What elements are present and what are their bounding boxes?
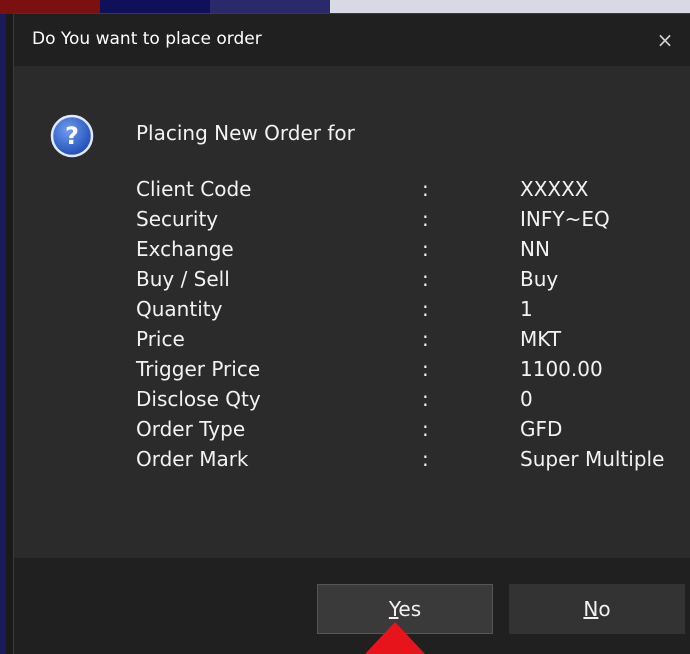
order-row-label: Exchange bbox=[136, 237, 234, 261]
order-row-separator: : bbox=[422, 387, 429, 411]
yes-label-rest: es bbox=[398, 597, 422, 621]
order-row-value: 0 bbox=[520, 387, 533, 411]
order-row-separator: : bbox=[422, 267, 429, 291]
order-row-value: 1 bbox=[520, 297, 533, 321]
order-row-value: NN bbox=[520, 237, 550, 261]
order-row-separator: : bbox=[422, 207, 429, 231]
order-row-label: Security bbox=[136, 207, 219, 231]
order-row-value: GFD bbox=[520, 417, 563, 441]
order-row-label: Quantity bbox=[136, 297, 223, 321]
order-row-label: Client Code bbox=[136, 177, 252, 201]
order-row-separator: : bbox=[422, 417, 429, 441]
background-app-strip bbox=[0, 0, 690, 14]
order-row-value: MKT bbox=[520, 327, 562, 351]
yes-mnemonic: Y bbox=[388, 597, 399, 621]
svg-text:?: ? bbox=[65, 122, 79, 150]
question-icon: ? bbox=[50, 114, 94, 158]
order-row-label: Disclose Qty bbox=[136, 387, 261, 411]
order-row-label: Order Type bbox=[136, 417, 246, 441]
order-row-separator: : bbox=[422, 327, 429, 351]
background-app-edge bbox=[0, 14, 6, 654]
order-row-value: INFY~EQ bbox=[520, 207, 610, 231]
order-row-value: 1100.00 bbox=[520, 357, 603, 381]
order-row-label: Order Mark bbox=[136, 447, 249, 471]
order-row-label: Price bbox=[136, 327, 185, 351]
no-mnemonic: N bbox=[583, 597, 599, 621]
order-row-separator: : bbox=[422, 357, 429, 381]
order-row-label: Buy / Sell bbox=[136, 267, 230, 291]
close-button[interactable]: × bbox=[640, 14, 690, 66]
order-heading: Placing New Order for bbox=[136, 121, 355, 145]
dialog-titlebar: Do You want to place order × bbox=[14, 14, 690, 66]
no-label-rest: o bbox=[598, 597, 611, 621]
no-button[interactable]: No bbox=[509, 584, 685, 634]
order-row-value: Super Multiple bbox=[520, 447, 665, 471]
order-row-separator: : bbox=[422, 447, 429, 471]
order-row-label: Trigger Price bbox=[136, 357, 261, 381]
annotation-arrow bbox=[365, 622, 425, 654]
close-icon: × bbox=[656, 28, 674, 52]
order-row-value: Buy bbox=[520, 267, 559, 291]
dialog-title: Do You want to place order bbox=[32, 29, 262, 49]
order-row-value: XXXXX bbox=[520, 177, 589, 201]
confirm-order-dialog: Do You want to place order × ? Placing N… bbox=[14, 14, 690, 654]
order-row-separator: : bbox=[422, 297, 429, 321]
order-row-separator: : bbox=[422, 177, 429, 201]
dialog-footer: Yes No bbox=[14, 558, 690, 654]
order-row-separator: : bbox=[422, 237, 429, 261]
